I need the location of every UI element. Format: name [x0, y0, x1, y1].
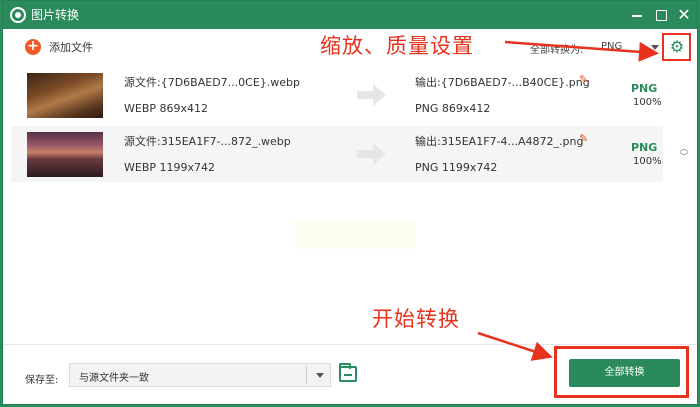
convert-all-button[interactable]: 全部转换 [569, 359, 680, 387]
settings-annotation: 缩放、质量设置 [320, 34, 474, 58]
arrow-right-icon [357, 84, 387, 106]
minimize-button[interactable] [627, 5, 647, 25]
edit-icon[interactable]: ✎ [579, 73, 588, 86]
chevron-down-icon[interactable] [316, 373, 324, 378]
save-to-select[interactable]: 与源文件夹一致 [69, 363, 331, 387]
target-format-badge[interactable]: PNG [631, 82, 657, 95]
add-icon: + [25, 39, 41, 55]
window-title: 图片转换 [31, 8, 80, 22]
source-file-info: WEBP 869x412 [124, 102, 209, 115]
chevron-down-icon [651, 45, 659, 50]
source-file-name: 源文件:{7D6BAED7...0CE}.webp [124, 76, 301, 89]
watermark [295, 221, 415, 249]
maximize-button[interactable] [651, 5, 671, 25]
target-format-badge[interactable]: PNG [631, 141, 657, 154]
output-file-name: 输出:{7D6BAED7-...B40CE}.png [415, 76, 590, 89]
footer: 保存至: 与源文件夹一致 全部转换 [3, 344, 697, 404]
output-file-info: PNG 869x412 [415, 102, 491, 115]
chevron-up-icon[interactable]: ︿ [679, 145, 689, 154]
source-file-info: WEBP 1199x742 [124, 161, 216, 174]
start-annotation: 开始转换 [372, 307, 460, 331]
select-divider [306, 366, 307, 384]
title-bar[interactable]: 图片转换 ✕ [3, 1, 697, 29]
format-select-value: PNG [601, 41, 623, 52]
edit-icon[interactable]: ✎ [579, 132, 588, 145]
file-thumbnail [27, 132, 103, 177]
app-window: 图片转换 ✕ + 添加文件 全部转换为: PNG ⚙ 源文件:{7D6BAED7… [2, 0, 698, 405]
file-row[interactable]: 源文件:315EA1F7-...872_.webp WEBP 1199x742 … [11, 126, 663, 182]
save-to-label: 保存至: [25, 375, 59, 386]
chevron-down-icon[interactable]: ﹀ [679, 154, 689, 163]
quality-value: 100% [633, 156, 662, 167]
source-file-name: 源文件:315EA1F7-...872_.webp [124, 135, 291, 148]
save-to-value: 与源文件夹一致 [79, 373, 149, 384]
output-file-info: PNG 1199x742 [415, 161, 498, 174]
add-files-button[interactable]: + 添加文件 [25, 38, 93, 56]
output-file-name: 输出:315EA1F7-4...A4872_.png [415, 135, 584, 148]
close-button[interactable]: ✕ [674, 5, 694, 25]
file-thumbnail [27, 73, 103, 118]
gear-icon[interactable]: ⚙ [669, 39, 685, 55]
format-select[interactable]: PNG [595, 38, 661, 56]
folder-icon[interactable] [339, 363, 357, 382]
app-logo-icon [10, 7, 26, 23]
add-files-label: 添加文件 [49, 41, 93, 54]
convert-all-label: 全部转换为: [530, 45, 584, 56]
settings-highlight: ⚙ [662, 33, 691, 61]
file-row[interactable]: 源文件:{7D6BAED7...0CE}.webp WEBP 869x412 输… [11, 67, 663, 123]
convert-highlight: 全部转换 [554, 346, 689, 398]
quality-value: 100% [633, 97, 662, 108]
arrow-right-icon [357, 143, 387, 165]
